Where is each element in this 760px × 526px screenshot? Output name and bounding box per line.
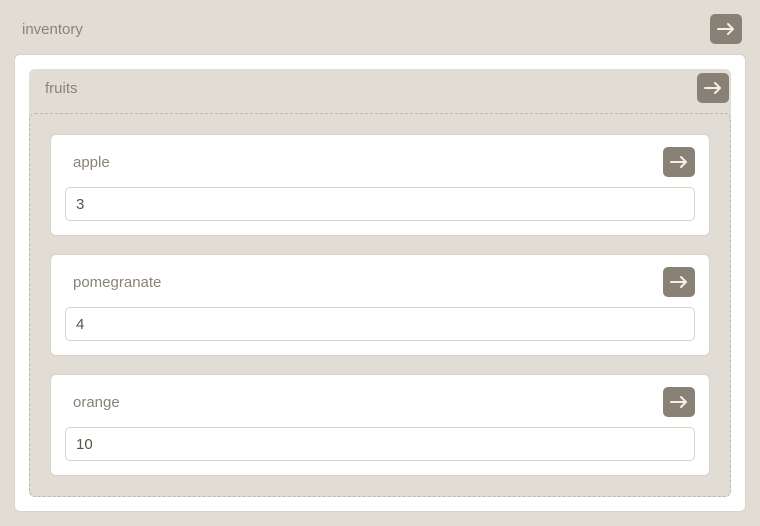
inventory-panel: fruits apple [14, 54, 746, 512]
item-collapse-button[interactable] [663, 387, 695, 417]
list-item: pomegranate [50, 254, 710, 356]
item-collapse-button[interactable] [663, 267, 695, 297]
arrow-right-icon [670, 156, 688, 168]
arrow-right-icon [704, 82, 722, 94]
item-header: orange [65, 387, 695, 427]
section-header: fruits [29, 69, 731, 113]
root-title: inventory [22, 21, 83, 38]
item-value-input[interactable] [65, 427, 695, 461]
items-list: apple pomegranate [29, 113, 731, 497]
item-title: apple [73, 154, 110, 171]
section-title: fruits [45, 80, 78, 97]
item-collapse-button[interactable] [663, 147, 695, 177]
arrow-right-icon [670, 276, 688, 288]
arrow-right-icon [717, 23, 735, 35]
section-container: fruits apple [29, 69, 731, 497]
item-header: apple [65, 147, 695, 187]
arrow-right-icon [670, 396, 688, 408]
section-collapse-button[interactable] [697, 73, 729, 103]
item-title: orange [73, 394, 120, 411]
item-value-input[interactable] [65, 307, 695, 341]
list-item: orange [50, 374, 710, 476]
root-header: inventory [14, 0, 746, 54]
item-value-input[interactable] [65, 187, 695, 221]
root-collapse-button[interactable] [710, 14, 742, 44]
list-item: apple [50, 134, 710, 236]
item-header: pomegranate [65, 267, 695, 307]
root-container: inventory fruits [0, 0, 760, 526]
item-title: pomegranate [73, 274, 161, 291]
